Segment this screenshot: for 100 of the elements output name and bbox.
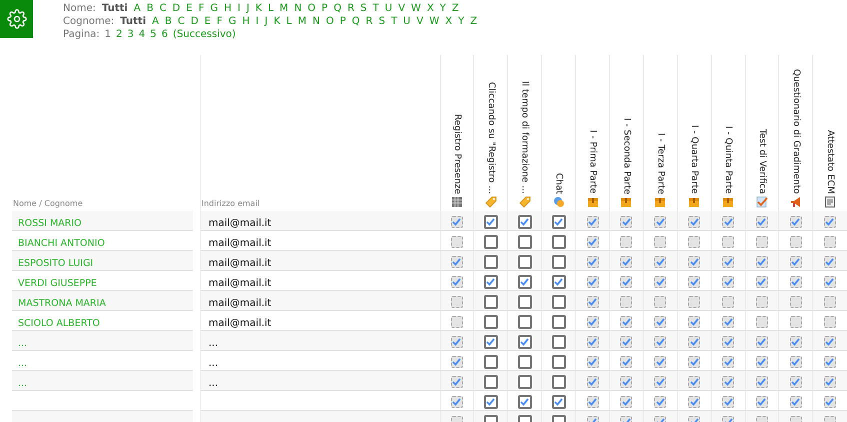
letter-link[interactable]: Tutti bbox=[120, 16, 146, 27]
student-name-link[interactable]: SCIOLO ALBERTO bbox=[12, 318, 100, 329]
letter-link[interactable]: Q bbox=[334, 3, 342, 14]
checkbox[interactable] bbox=[518, 354, 532, 369]
letter-link[interactable]: X bbox=[445, 16, 452, 27]
checkbox[interactable] bbox=[552, 314, 566, 329]
checkbox[interactable] bbox=[552, 394, 566, 409]
checkbox[interactable] bbox=[552, 254, 566, 269]
checkbox[interactable] bbox=[484, 394, 498, 409]
letter-link[interactable]: A bbox=[134, 3, 141, 14]
letter-link[interactable]: X bbox=[426, 3, 434, 14]
letter-link[interactable]: C bbox=[178, 16, 185, 27]
letter-link[interactable]: Z bbox=[470, 16, 478, 27]
letter-link[interactable]: L bbox=[286, 16, 292, 27]
letter-link[interactable]: V bbox=[398, 3, 406, 14]
page-link[interactable]: 3 bbox=[127, 29, 134, 40]
letter-link[interactable]: B bbox=[164, 16, 172, 27]
checkbox[interactable] bbox=[518, 394, 532, 409]
letter-link[interactable]: D bbox=[190, 16, 198, 27]
letter-link[interactable]: O bbox=[308, 3, 316, 14]
checkbox[interactable] bbox=[484, 354, 498, 369]
checkbox[interactable] bbox=[552, 354, 566, 369]
letter-link[interactable]: G bbox=[228, 16, 236, 27]
checkbox[interactable] bbox=[518, 334, 532, 349]
letter-link[interactable]: B bbox=[146, 3, 154, 14]
checkbox[interactable] bbox=[518, 374, 532, 389]
letter-link[interactable]: K bbox=[274, 16, 280, 27]
checkbox[interactable] bbox=[484, 214, 498, 229]
checkbox[interactable] bbox=[484, 294, 498, 309]
student-name-link[interactable]: BIANCHI ANTONIO bbox=[12, 238, 105, 249]
letter-link[interactable]: J bbox=[246, 3, 250, 14]
letter-link[interactable]: A bbox=[152, 16, 159, 27]
letter-link[interactable]: H bbox=[224, 3, 232, 14]
letter-link[interactable]: J bbox=[264, 16, 268, 27]
letter-link[interactable]: V bbox=[416, 16, 424, 27]
checkbox[interactable] bbox=[518, 254, 532, 269]
page-link[interactable]: 5 bbox=[150, 29, 157, 40]
next-page-link[interactable]: (Successivo) bbox=[172, 29, 236, 40]
email-text: mail@mail.it bbox=[208, 278, 272, 289]
letter-link[interactable]: O bbox=[326, 16, 334, 27]
letter-link[interactable]: Y bbox=[458, 16, 464, 27]
checkbox[interactable] bbox=[552, 294, 566, 309]
letter-link[interactable]: C bbox=[159, 3, 166, 14]
letter-link[interactable]: I bbox=[238, 3, 240, 14]
letter-link[interactable]: T bbox=[372, 3, 379, 14]
student-name-link[interactable]: VERDI GIUSEPPE bbox=[12, 278, 97, 289]
checkbox[interactable] bbox=[552, 334, 566, 349]
checkbox[interactable] bbox=[518, 314, 532, 329]
letter-link[interactable]: R bbox=[366, 16, 373, 27]
letter-link[interactable]: S bbox=[378, 16, 386, 27]
checkbox[interactable] bbox=[484, 314, 498, 329]
letter-link[interactable]: Z bbox=[452, 3, 459, 14]
checkbox[interactable] bbox=[552, 234, 566, 249]
letter-link[interactable]: M bbox=[280, 3, 288, 14]
letter-link[interactable]: Y bbox=[440, 3, 446, 14]
letter-link[interactable]: F bbox=[216, 16, 223, 27]
letter-link[interactable]: U bbox=[403, 16, 410, 27]
letter-link[interactable]: W bbox=[411, 3, 421, 14]
checkbox[interactable] bbox=[552, 274, 566, 289]
letter-link[interactable]: R bbox=[347, 3, 354, 14]
letter-link[interactable]: H bbox=[242, 16, 250, 27]
letter-link[interactable]: I bbox=[256, 16, 259, 27]
checkbox[interactable] bbox=[484, 374, 498, 389]
checkbox[interactable] bbox=[552, 214, 566, 229]
letter-link[interactable]: L bbox=[268, 3, 274, 14]
letter-link[interactable]: G bbox=[210, 3, 218, 14]
checkbox[interactable] bbox=[484, 334, 498, 349]
letter-link[interactable]: Q bbox=[352, 16, 360, 27]
letter-link[interactable]: D bbox=[172, 3, 180, 14]
letter-link[interactable]: K bbox=[255, 3, 262, 14]
student-name-link[interactable]: ... bbox=[12, 358, 28, 369]
page-link[interactable]: 4 bbox=[138, 29, 146, 40]
checkbox[interactable] bbox=[518, 294, 532, 309]
letter-link[interactable]: M bbox=[298, 16, 306, 27]
checkbox[interactable] bbox=[484, 274, 498, 289]
letter-link[interactable]: P bbox=[322, 3, 328, 14]
page-link[interactable]: 6 bbox=[162, 29, 168, 40]
letter-link[interactable]: T bbox=[391, 16, 398, 27]
page-link[interactable]: 2 bbox=[116, 29, 122, 40]
student-name-link[interactable]: ... bbox=[12, 378, 28, 389]
page-link[interactable]: 1 bbox=[104, 29, 112, 40]
settings-icon[interactable] bbox=[6, 9, 26, 29]
checkbox[interactable] bbox=[518, 234, 532, 249]
letter-link[interactable]: F bbox=[198, 3, 204, 14]
letter-link[interactable]: S bbox=[360, 3, 367, 14]
checkbox[interactable] bbox=[518, 274, 532, 289]
letter-link[interactable]: W bbox=[429, 16, 440, 27]
letter-link[interactable]: N bbox=[312, 16, 320, 27]
letter-link[interactable]: U bbox=[384, 3, 392, 14]
student-name-link[interactable]: ... bbox=[12, 338, 28, 349]
checkbox[interactable] bbox=[484, 254, 498, 269]
letter-link[interactable]: Tutti bbox=[102, 3, 128, 14]
checkbox[interactable] bbox=[484, 234, 498, 249]
letter-link[interactable]: P bbox=[340, 16, 346, 27]
checkbox[interactable] bbox=[518, 214, 532, 229]
letter-link[interactable]: E bbox=[186, 3, 192, 14]
letter-link[interactable]: E bbox=[204, 16, 211, 27]
letter-link[interactable]: N bbox=[294, 3, 302, 14]
checkbox[interactable] bbox=[552, 374, 566, 389]
settings-button[interactable] bbox=[0, 0, 33, 38]
